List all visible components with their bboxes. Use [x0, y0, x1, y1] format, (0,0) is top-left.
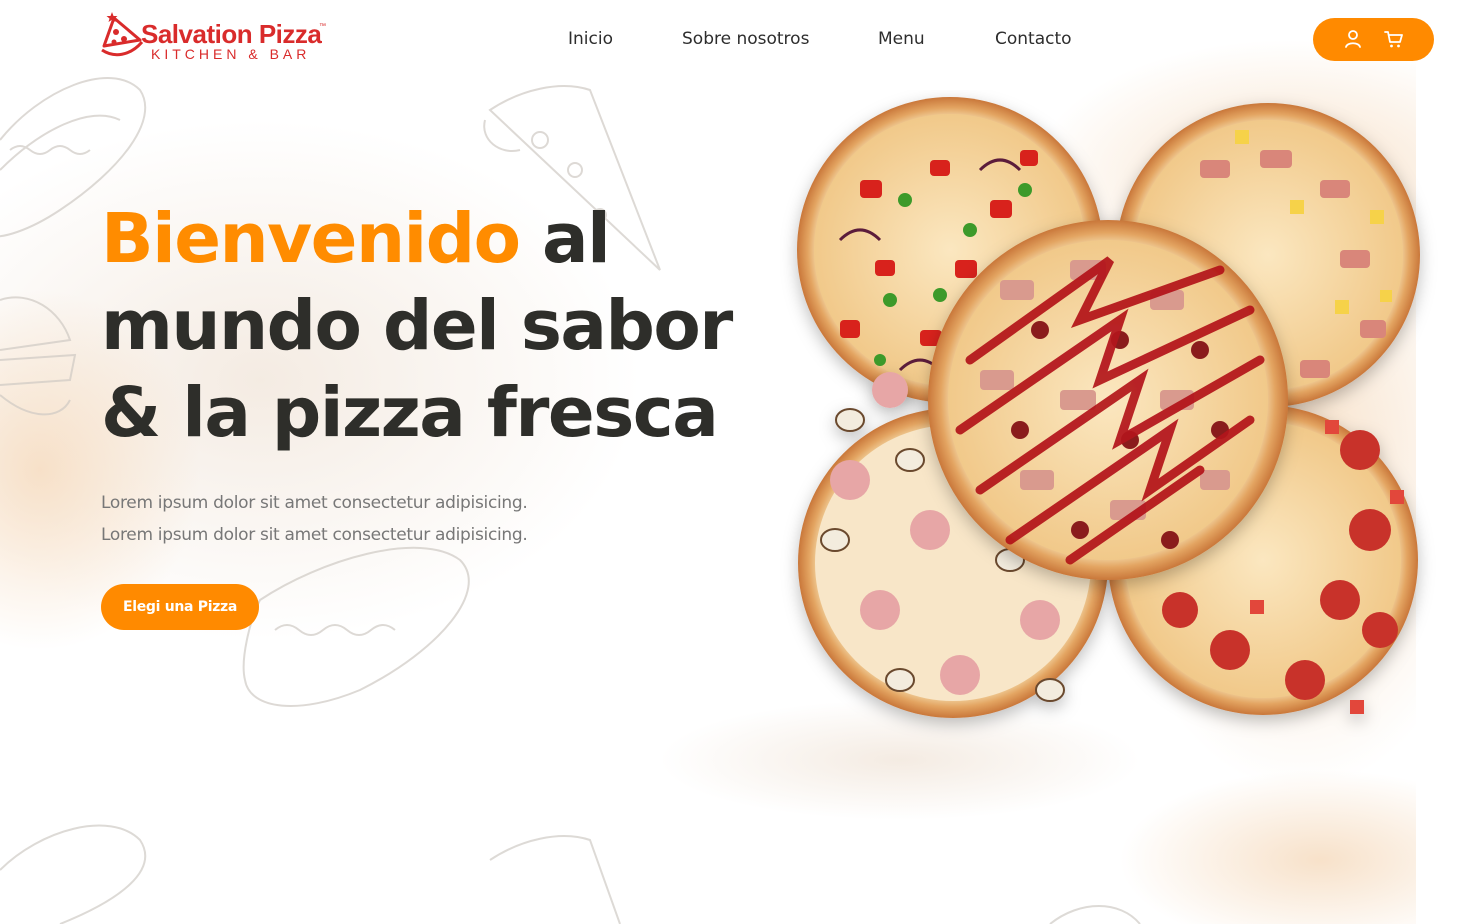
- hero-title: Bienvenido al mundo del sabor & la pizza…: [101, 196, 741, 457]
- hero-description: Lorem ipsum dolor sit amet consectetur a…: [101, 487, 528, 551]
- nav-item-sobre-nosotros[interactable]: Sobre nosotros: [682, 29, 809, 49]
- hero-title-accent: Bienvenido: [101, 199, 521, 279]
- hero-title-line-3: & la pizza fresca: [101, 373, 719, 453]
- pizza-slice-icon: [101, 12, 144, 57]
- hero-pizza-image: [797, 97, 1420, 718]
- user-icon[interactable]: [1341, 27, 1365, 51]
- cart-icon[interactable]: [1382, 27, 1406, 51]
- hero-title-line-2: mundo del sabor: [101, 286, 733, 366]
- hero-title-line-1-rest: al: [519, 199, 611, 279]
- pizza-bbq: [928, 220, 1288, 580]
- nav-item-inicio[interactable]: Inicio: [568, 29, 613, 49]
- choose-pizza-button[interactable]: Elegi una Pizza: [101, 584, 259, 630]
- header-actions: [1313, 18, 1434, 61]
- nav-item-contacto[interactable]: Contacto: [995, 29, 1072, 49]
- hero-description-line: Lorem ipsum dolor sit amet consectetur a…: [101, 493, 528, 513]
- hero-title-line-1: Bienvenido al: [101, 196, 741, 283]
- brand-trademark: ™: [319, 23, 326, 30]
- site-header: Salvation Pizza ™ KITCHEN & BAR Inicio S…: [0, 0, 1466, 80]
- hero-description-line: Lorem ipsum dolor sit amet consectetur a…: [101, 525, 528, 545]
- brand-logo[interactable]: Salvation Pizza ™ KITCHEN & BAR: [100, 10, 330, 66]
- nav-item-menu[interactable]: Menu: [878, 29, 925, 49]
- brand-tagline: KITCHEN & BAR: [151, 46, 311, 62]
